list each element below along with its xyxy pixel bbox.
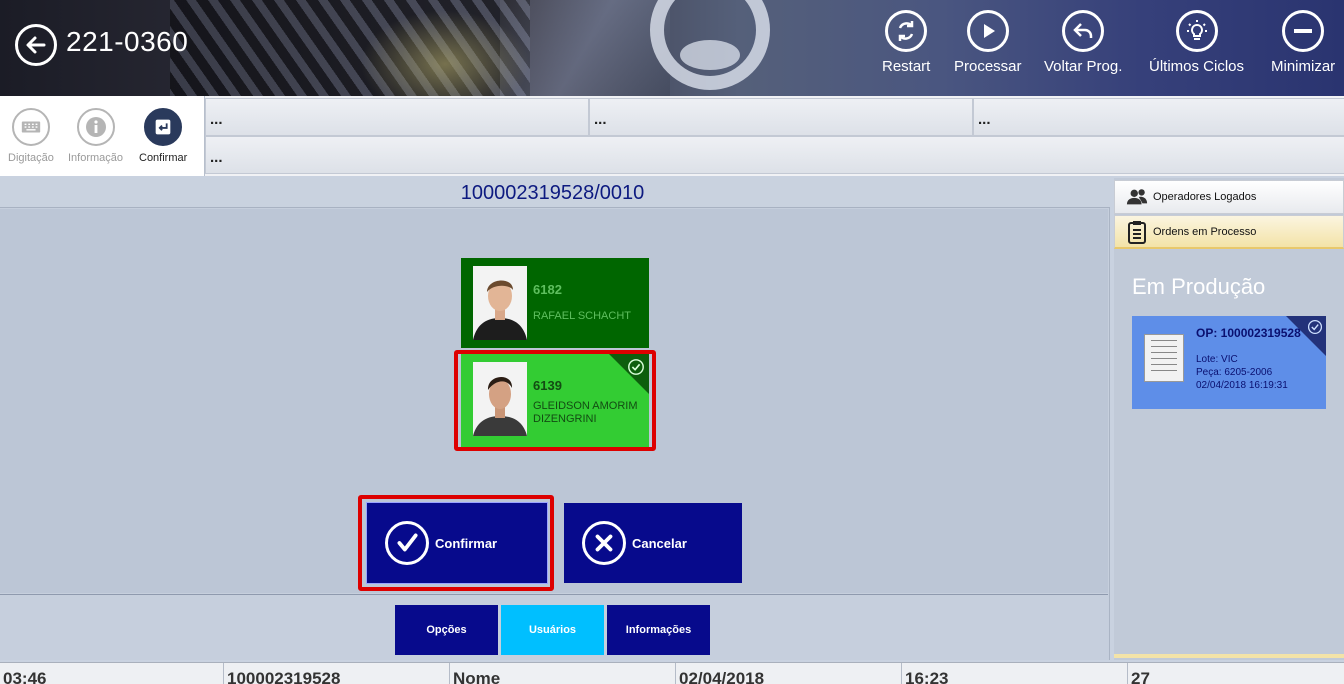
- order-number: 100002319528/0010: [460, 182, 645, 204]
- close-icon: [595, 534, 613, 552]
- info-grid: ... ... ... ...: [204, 96, 1344, 176]
- order-card[interactable]: OP: 100002319528 Lote: VIC Peça: 6205-20…: [1132, 316, 1326, 409]
- order-part: Peça: 6205-2006: [1196, 367, 1273, 378]
- operator-name: GLEIDSON AMORIM DIZENGRINI: [533, 400, 638, 425]
- status-clock: 16:23: [902, 663, 1128, 684]
- right-panel: Operadores Logados Ordens em Processo Em…: [1114, 178, 1344, 660]
- operator-card[interactable]: 6182 RAFAEL SCHACHT: [461, 258, 649, 348]
- info-cell: ...: [973, 98, 1344, 136]
- confirm-button[interactable]: Confirmar: [366, 502, 548, 584]
- tab-orders-in-process[interactable]: Ordens em Processo: [1114, 215, 1344, 249]
- play-icon: [983, 24, 995, 38]
- undo-icon: [1073, 23, 1093, 38]
- status-time: 03:46: [0, 663, 224, 684]
- operator-name: RAFAEL SCHACHT: [533, 310, 632, 322]
- info-icon: [85, 117, 106, 137]
- operator-id: 6182: [533, 282, 562, 297]
- info-cell: ...: [589, 98, 973, 136]
- last-cycles-button[interactable]: Últimos Ciclos: [1149, 10, 1244, 75]
- tab-logged-operators[interactable]: Operadores Logados: [1114, 180, 1344, 214]
- cancel-button[interactable]: Cancelar: [564, 503, 742, 583]
- order-number-bar: 100002319528/0010: [0, 178, 1110, 208]
- order-datetime: 02/04/2018 16:19:31: [1196, 380, 1288, 391]
- app-header: 221-0360 Restart Processar Voltar Prog.: [0, 0, 1344, 96]
- checkmark-icon: [397, 533, 418, 552]
- status-count: 27: [1131, 669, 1150, 684]
- lightbulb-icon: [1186, 20, 1207, 40]
- toolbar: Digitação Informação Confirmar: [0, 96, 204, 176]
- tab-information[interactable]: Informações: [607, 605, 710, 655]
- confirm-toolbar-button[interactable]: Confirmar: [139, 108, 187, 164]
- order-op: OP: 100002319528: [1196, 326, 1301, 340]
- document-icon: [1144, 334, 1184, 382]
- section-title: Em Produção: [1132, 274, 1266, 299]
- operator-card-selected[interactable]: 6139 GLEIDSON AMORIM DIZENGRINI: [461, 354, 649, 447]
- clipboard-icon: [1128, 220, 1146, 244]
- tab-users[interactable]: Usuários: [501, 605, 604, 655]
- undo-program-button[interactable]: Voltar Prog.: [1044, 10, 1122, 75]
- minimize-button[interactable]: Minimizar: [1271, 10, 1335, 75]
- tab-options[interactable]: Opções: [395, 605, 498, 655]
- check-icon: [1307, 319, 1323, 335]
- keyboard-icon: [21, 121, 41, 133]
- status-bar: 03:46 100002319528 Nome 02/04/2018 16:23…: [0, 662, 1344, 684]
- order-lot: Lote: VIC: [1196, 354, 1238, 365]
- status-name: Nome: [450, 663, 676, 684]
- restart-icon: [898, 21, 914, 41]
- machine-title: 221-0360: [66, 26, 189, 57]
- status-date: 02/04/2018: [676, 663, 902, 684]
- operator-photo: [473, 266, 527, 340]
- arrow-left-icon: [26, 36, 46, 54]
- back-button[interactable]: [15, 24, 57, 66]
- information-button[interactable]: Informação: [68, 108, 123, 164]
- typing-button[interactable]: Digitação: [8, 108, 54, 164]
- footer-tabs: Opções Usuários Informações: [0, 594, 1108, 660]
- info-cell: ...: [205, 136, 1344, 174]
- operator-photo: [473, 362, 527, 436]
- enter-icon: [155, 119, 171, 135]
- check-icon: [628, 359, 644, 375]
- users-icon: [1126, 189, 1148, 205]
- restart-button[interactable]: Restart: [882, 10, 930, 75]
- minimize-icon: [1294, 29, 1313, 33]
- operator-id: 6139: [533, 378, 562, 393]
- process-button[interactable]: Processar: [954, 10, 1022, 75]
- status-order: 100002319528: [224, 663, 450, 684]
- info-cell: ...: [205, 98, 589, 136]
